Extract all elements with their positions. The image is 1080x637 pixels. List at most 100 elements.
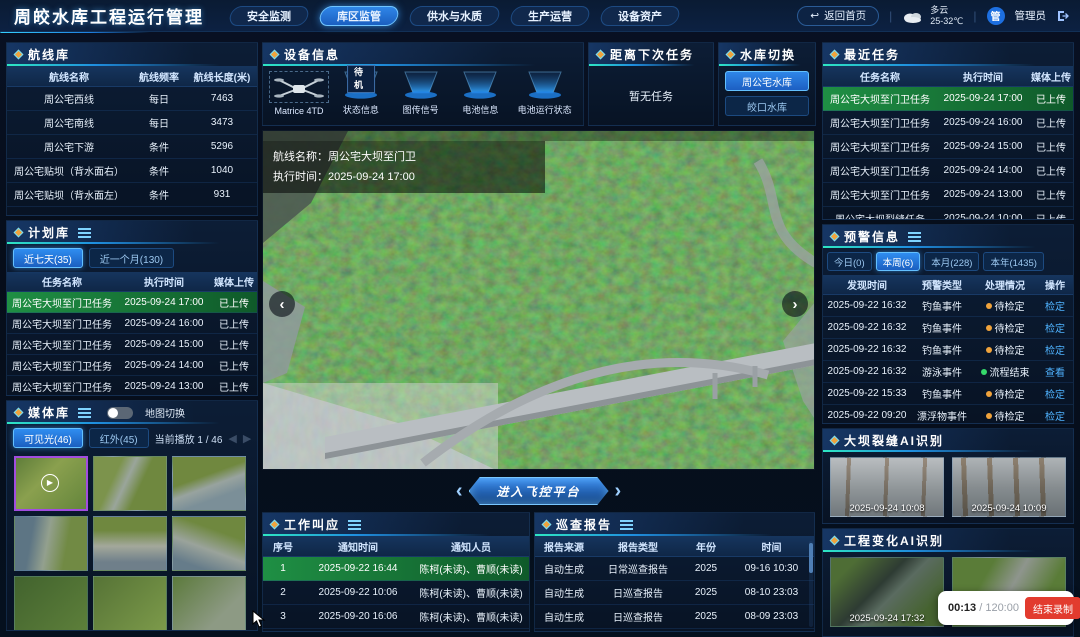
filter-icon[interactable] <box>908 232 921 242</box>
panel-title-icon <box>726 50 736 60</box>
hologram-cone-icon <box>523 70 567 100</box>
reservoir-option-jiaokou[interactable]: 皎口水库 <box>725 96 809 116</box>
recent-tasks-table: 任务名称执行时间媒体上传周公宅大坝至门卫任务2025-09-24 17:00已上… <box>823 66 1073 220</box>
scrollbar[interactable] <box>809 541 813 627</box>
table-row[interactable]: 周公宅大坝至门卫任务2025-09-24 16:00已上传 <box>7 313 257 334</box>
table-row[interactable]: 周公宅大坝裂缝任务2025-09-24 10:00已上传 <box>823 207 1073 220</box>
device-signal-block[interactable]: 图传信号 <box>393 70 449 116</box>
panel-title: 航线库 <box>28 46 70 63</box>
map-toggle-label: 地图切换 <box>145 405 185 420</box>
table-row[interactable]: 2025-09-22 15:33钓鱼事件待检定检定 <box>823 383 1073 405</box>
filter-icon[interactable] <box>348 520 361 530</box>
table-row[interactable]: 2025-09-22 16:32游泳事件流程结束查看 <box>823 361 1073 383</box>
device-battery-status-block[interactable]: 电池运行状态 <box>512 70 577 116</box>
video-next-button[interactable]: › <box>782 291 808 317</box>
tab[interactable]: 近七天(35) <box>13 248 83 268</box>
filter-icon[interactable] <box>78 408 91 418</box>
table-row[interactable]: 12025-09-22 16:44陈柯(未读)、曹顺(未读) <box>263 557 529 581</box>
action-link[interactable]: 检定 <box>1037 320 1073 335</box>
next-page-icon[interactable]: ▶ <box>243 432 251 445</box>
panel-alerts: 预警信息 今日(0)本周(6)本月(228)本年(1435) 发现时间预警类型处… <box>822 224 1074 424</box>
logout-icon[interactable] <box>1056 9 1070 23</box>
tab[interactable]: 近一个月(130) <box>89 248 174 268</box>
table-row[interactable]: 周公宅大坝至门卫任务2025-09-24 16:00已上传 <box>823 111 1073 135</box>
table-row[interactable]: 2025-09-22 16:32钓鱼事件待检定检定 <box>823 317 1073 339</box>
change-image[interactable]: 2025-09-24 17:32 <box>830 557 944 627</box>
action-link[interactable]: 检定 <box>1037 386 1073 401</box>
back-home-button[interactable]: ↩ 返回首页 <box>797 6 879 26</box>
stop-recording-button[interactable]: 结束录制 <box>1025 597 1080 619</box>
media-thumbnail[interactable] <box>93 576 167 631</box>
panel-dam-crack-ai: 大坝裂缝AI识别 2025-09-24 10:08 2025-09-24 10:… <box>822 428 1074 524</box>
tab[interactable]: 红外(45) <box>89 428 149 448</box>
crack-image[interactable]: 2025-09-24 10:09 <box>952 457 1066 517</box>
table-row[interactable]: 周公宅大坝至门卫任务2025-09-24 15:00已上传 <box>823 135 1073 159</box>
drone-video-feed[interactable]: 航线名称：周公宅大坝至门卫 执行时间：2025-09-24 17:00 ‹ › <box>262 130 815 470</box>
media-thumbnail[interactable] <box>172 516 246 571</box>
action-link[interactable]: 查看 <box>1037 364 1073 379</box>
panel-title-icon <box>270 520 280 530</box>
media-thumbnail[interactable] <box>93 456 167 511</box>
table-row[interactable]: 周公宅大坝至门卫任务2025-09-24 13:00已上传 <box>7 376 257 396</box>
tab[interactable]: 本月(228) <box>924 252 979 271</box>
panel-work-call: 工作叫应 序号通知时间通知人员12025-09-22 16:44陈柯(未读)、曹… <box>262 512 530 632</box>
top-header: 周皎水库工程运行管理 安全监测库区监管供水与水质生产运营设备资产 ↩ 返回首页 … <box>0 0 1080 32</box>
table-row[interactable]: 周公宅大坝至门卫任务2025-09-24 13:00已上传 <box>823 183 1073 207</box>
table-row[interactable]: 自动生成日巡查报告202508-10 23:03 <box>535 581 814 605</box>
table-row[interactable]: 32025-09-20 16:06陈柯(未读)、曹顺(未读) <box>263 605 529 629</box>
tab[interactable]: 供水与水质 <box>408 6 502 26</box>
recording-time: 00:13 / 120:00 <box>948 602 1019 614</box>
table-row[interactable]: 周公宅贴坝（背水面右）条件1040 <box>7 159 257 183</box>
table-row[interactable]: 周公宅西线每日7463 <box>7 87 257 111</box>
filter-icon[interactable] <box>620 520 633 530</box>
route-name-value: 周公宅大坝至门卫 <box>328 151 416 163</box>
table-row[interactable]: 周公宅大坝至门卫任务2025-09-24 14:00已上传 <box>823 159 1073 183</box>
table-row[interactable]: 22025-09-22 10:06陈柯(未读)、曹顺(未读) <box>263 581 529 605</box>
table-row[interactable]: 自动生成日巡查报告202508-09 23:03 <box>535 605 814 629</box>
media-thumbnail[interactable] <box>14 516 88 571</box>
filter-icon[interactable] <box>78 228 91 238</box>
user-avatar[interactable]: 管 <box>987 7 1005 25</box>
tab[interactable]: 生产运营 <box>509 6 592 26</box>
table-row[interactable]: 自动生成日常巡查报告202509-16 10:30 <box>535 557 814 581</box>
panel-title-icon <box>830 536 840 546</box>
drone-block: Matrice 4TD <box>269 71 329 116</box>
table-row[interactable]: 2025-09-22 16:32钓鱼事件待检定检定 <box>823 339 1073 361</box>
status-dot <box>986 347 992 353</box>
reservoir-option-zhougongzhai[interactable]: 周公宅水库 <box>725 71 809 91</box>
tab[interactable]: 可见光(46) <box>13 428 83 448</box>
tab[interactable]: 本周(6) <box>876 252 921 271</box>
action-link[interactable]: 检定 <box>1037 298 1073 313</box>
map-toggle[interactable] <box>107 407 133 419</box>
tab[interactable]: 本年(1435) <box>983 252 1043 271</box>
media-thumbnail[interactable]: ▶ <box>14 456 88 511</box>
media-thumbnail[interactable] <box>93 516 167 571</box>
media-thumbnail[interactable] <box>172 456 246 511</box>
table-header-row: 航线名称航线频率航线长度(米) <box>7 66 257 87</box>
tab[interactable]: 今日(0) <box>827 252 872 271</box>
media-thumbnail[interactable] <box>172 576 246 631</box>
enter-flight-platform-button[interactable]: 进入飞控平台 <box>469 477 609 505</box>
device-battery-block[interactable]: 电池信息 <box>453 70 509 116</box>
tab[interactable]: 设备资产 <box>599 6 682 26</box>
chevron-right-icon: › <box>615 481 622 501</box>
table-row[interactable]: 周公宅下游条件5296 <box>7 135 257 159</box>
table-row[interactable]: 2025-09-22 16:32钓鱼事件待检定检定 <box>823 295 1073 317</box>
device-status-block[interactable]: 待机 状态信息 <box>333 70 389 116</box>
action-link[interactable]: 检定 <box>1037 408 1073 423</box>
table-row[interactable]: 周公宅大坝至门卫任务2025-09-24 17:00已上传 <box>7 292 257 313</box>
video-prev-button[interactable]: ‹ <box>269 291 295 317</box>
table-row[interactable]: 周公宅大坝至门卫任务2025-09-24 15:00已上传 <box>7 334 257 355</box>
media-thumbnail[interactable] <box>14 576 88 631</box>
crack-images: 2025-09-24 10:08 2025-09-24 10:09 <box>823 452 1073 522</box>
table-row[interactable]: 周公宅大坝至门卫任务2025-09-24 17:00已上传 <box>823 87 1073 111</box>
prev-page-icon[interactable]: ◀ <box>228 432 236 445</box>
table-row[interactable]: 2025-09-22 09:20漂浮物事件待检定检定 <box>823 405 1073 424</box>
table-row[interactable]: 周公宅南线每日3473 <box>7 111 257 135</box>
tab[interactable]: 库区监管 <box>318 6 401 26</box>
tab[interactable]: 安全监测 <box>228 6 311 26</box>
table-row[interactable]: 周公宅大坝至门卫任务2025-09-24 14:00已上传 <box>7 355 257 376</box>
crack-image[interactable]: 2025-09-24 10:08 <box>830 457 944 517</box>
table-row[interactable]: 周公宅贴坝（背水面左）条件931 <box>7 183 257 207</box>
action-link[interactable]: 检定 <box>1037 342 1073 357</box>
